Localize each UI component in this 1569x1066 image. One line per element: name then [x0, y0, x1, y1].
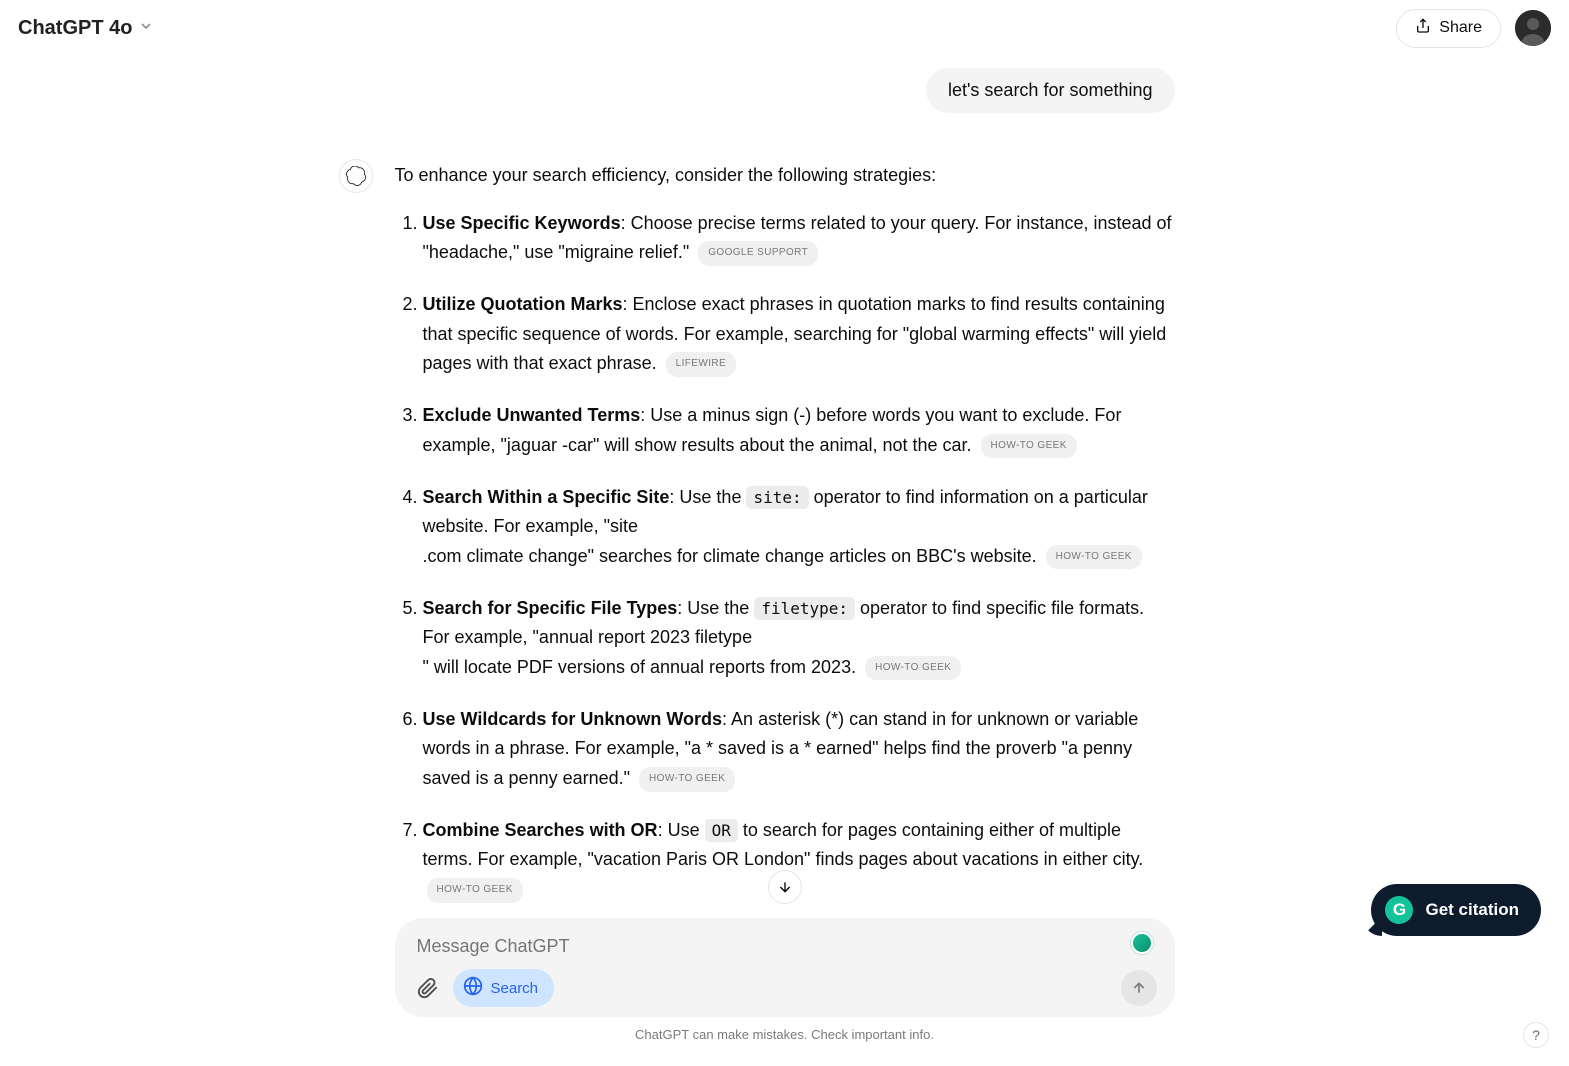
scroll-to-bottom-button[interactable] [768, 870, 802, 904]
attach-button[interactable] [413, 973, 443, 1003]
help-label: ? [1532, 1027, 1540, 1043]
item-title: Use Wildcards for Unknown Words [423, 709, 723, 729]
item-title: Exclude Unwanted Terms [423, 405, 641, 425]
item-title: Utilize Quotation Marks [423, 294, 623, 314]
code-chip: OR [705, 819, 738, 842]
citation-chip[interactable]: HOW-TO GEEK [981, 434, 1077, 459]
disclaimer-text: ChatGPT can make mistakes. Check importa… [395, 1027, 1175, 1042]
code-chip: filetype: [754, 597, 855, 620]
share-label: Share [1439, 19, 1482, 37]
item-title: Search for Specific File Types [423, 598, 678, 618]
composer-area: Search ChatGPT can make mistakes. Check … [395, 918, 1175, 1042]
share-icon [1415, 18, 1431, 39]
item-title: Combine Searches with OR [423, 820, 658, 840]
item-body: : Use the [677, 598, 754, 618]
send-button[interactable] [1121, 970, 1157, 1006]
citation-chip[interactable]: GOOGLE SUPPORT [698, 241, 818, 266]
assistant-intro: To enhance your search efficiency, consi… [395, 161, 1175, 191]
list-item: Search Within a Specific Site: Use the s… [423, 483, 1175, 572]
user-message: let's search for something [926, 68, 1175, 113]
topbar-right: Share [1396, 9, 1551, 48]
item-title: Use Specific Keywords [423, 213, 621, 233]
model-selector[interactable]: ChatGPT 4o [18, 17, 154, 40]
citation-chip[interactable]: HOW-TO GEEK [865, 656, 961, 681]
list-item: Exclude Unwanted Terms: Use a minus sign… [423, 401, 1175, 460]
search-pill-label: Search [491, 980, 539, 997]
globe-icon [463, 976, 483, 1000]
list-item: Utilize Quotation Marks: Enclose exact p… [423, 290, 1175, 379]
item-body: : Use the [669, 487, 746, 507]
code-chip: site: [746, 486, 808, 509]
citation-fab-label: Get citation [1425, 900, 1519, 920]
tips-list: Use Specific Keywords: Choose precise te… [395, 209, 1175, 905]
composer: Search [395, 918, 1175, 1017]
grammarly-badge-icon: G [1385, 896, 1413, 924]
citation-chip[interactable]: HOW-TO GEEK [1046, 545, 1142, 570]
conversation: let's search for something To enhance yo… [395, 56, 1175, 927]
item-title: Search Within a Specific Site [423, 487, 670, 507]
assistant-content: To enhance your search efficiency, consi… [395, 161, 1175, 927]
share-button[interactable]: Share [1396, 9, 1501, 48]
model-name: ChatGPT 4o [18, 17, 132, 40]
message-input[interactable] [413, 932, 1157, 969]
search-pill[interactable]: Search [453, 969, 555, 1007]
help-button[interactable]: ? [1523, 1022, 1549, 1048]
list-item: Use Wildcards for Unknown Words: An aste… [423, 705, 1175, 794]
citation-chip[interactable]: HOW-TO GEEK [639, 767, 735, 792]
item-body: : Use [658, 820, 705, 840]
item-body: .com climate change" searches for climat… [423, 546, 1042, 566]
get-citation-button[interactable]: G Get citation [1371, 884, 1541, 936]
chevron-down-icon [138, 17, 154, 40]
item-body: " will locate PDF versions of annual rep… [423, 657, 862, 677]
list-item: Use Specific Keywords: Choose precise te… [423, 209, 1175, 268]
assistant-avatar [339, 159, 373, 193]
topbar: ChatGPT 4o Share [0, 0, 1569, 56]
grammarly-icon[interactable] [1131, 932, 1153, 954]
assistant-message: To enhance your search efficiency, consi… [395, 161, 1175, 927]
list-item: Search for Specific File Types: Use the … [423, 594, 1175, 683]
citation-chip[interactable]: HOW-TO GEEK [427, 878, 523, 903]
citation-chip[interactable]: LIFEWIRE [666, 352, 736, 377]
user-avatar[interactable] [1515, 10, 1551, 46]
